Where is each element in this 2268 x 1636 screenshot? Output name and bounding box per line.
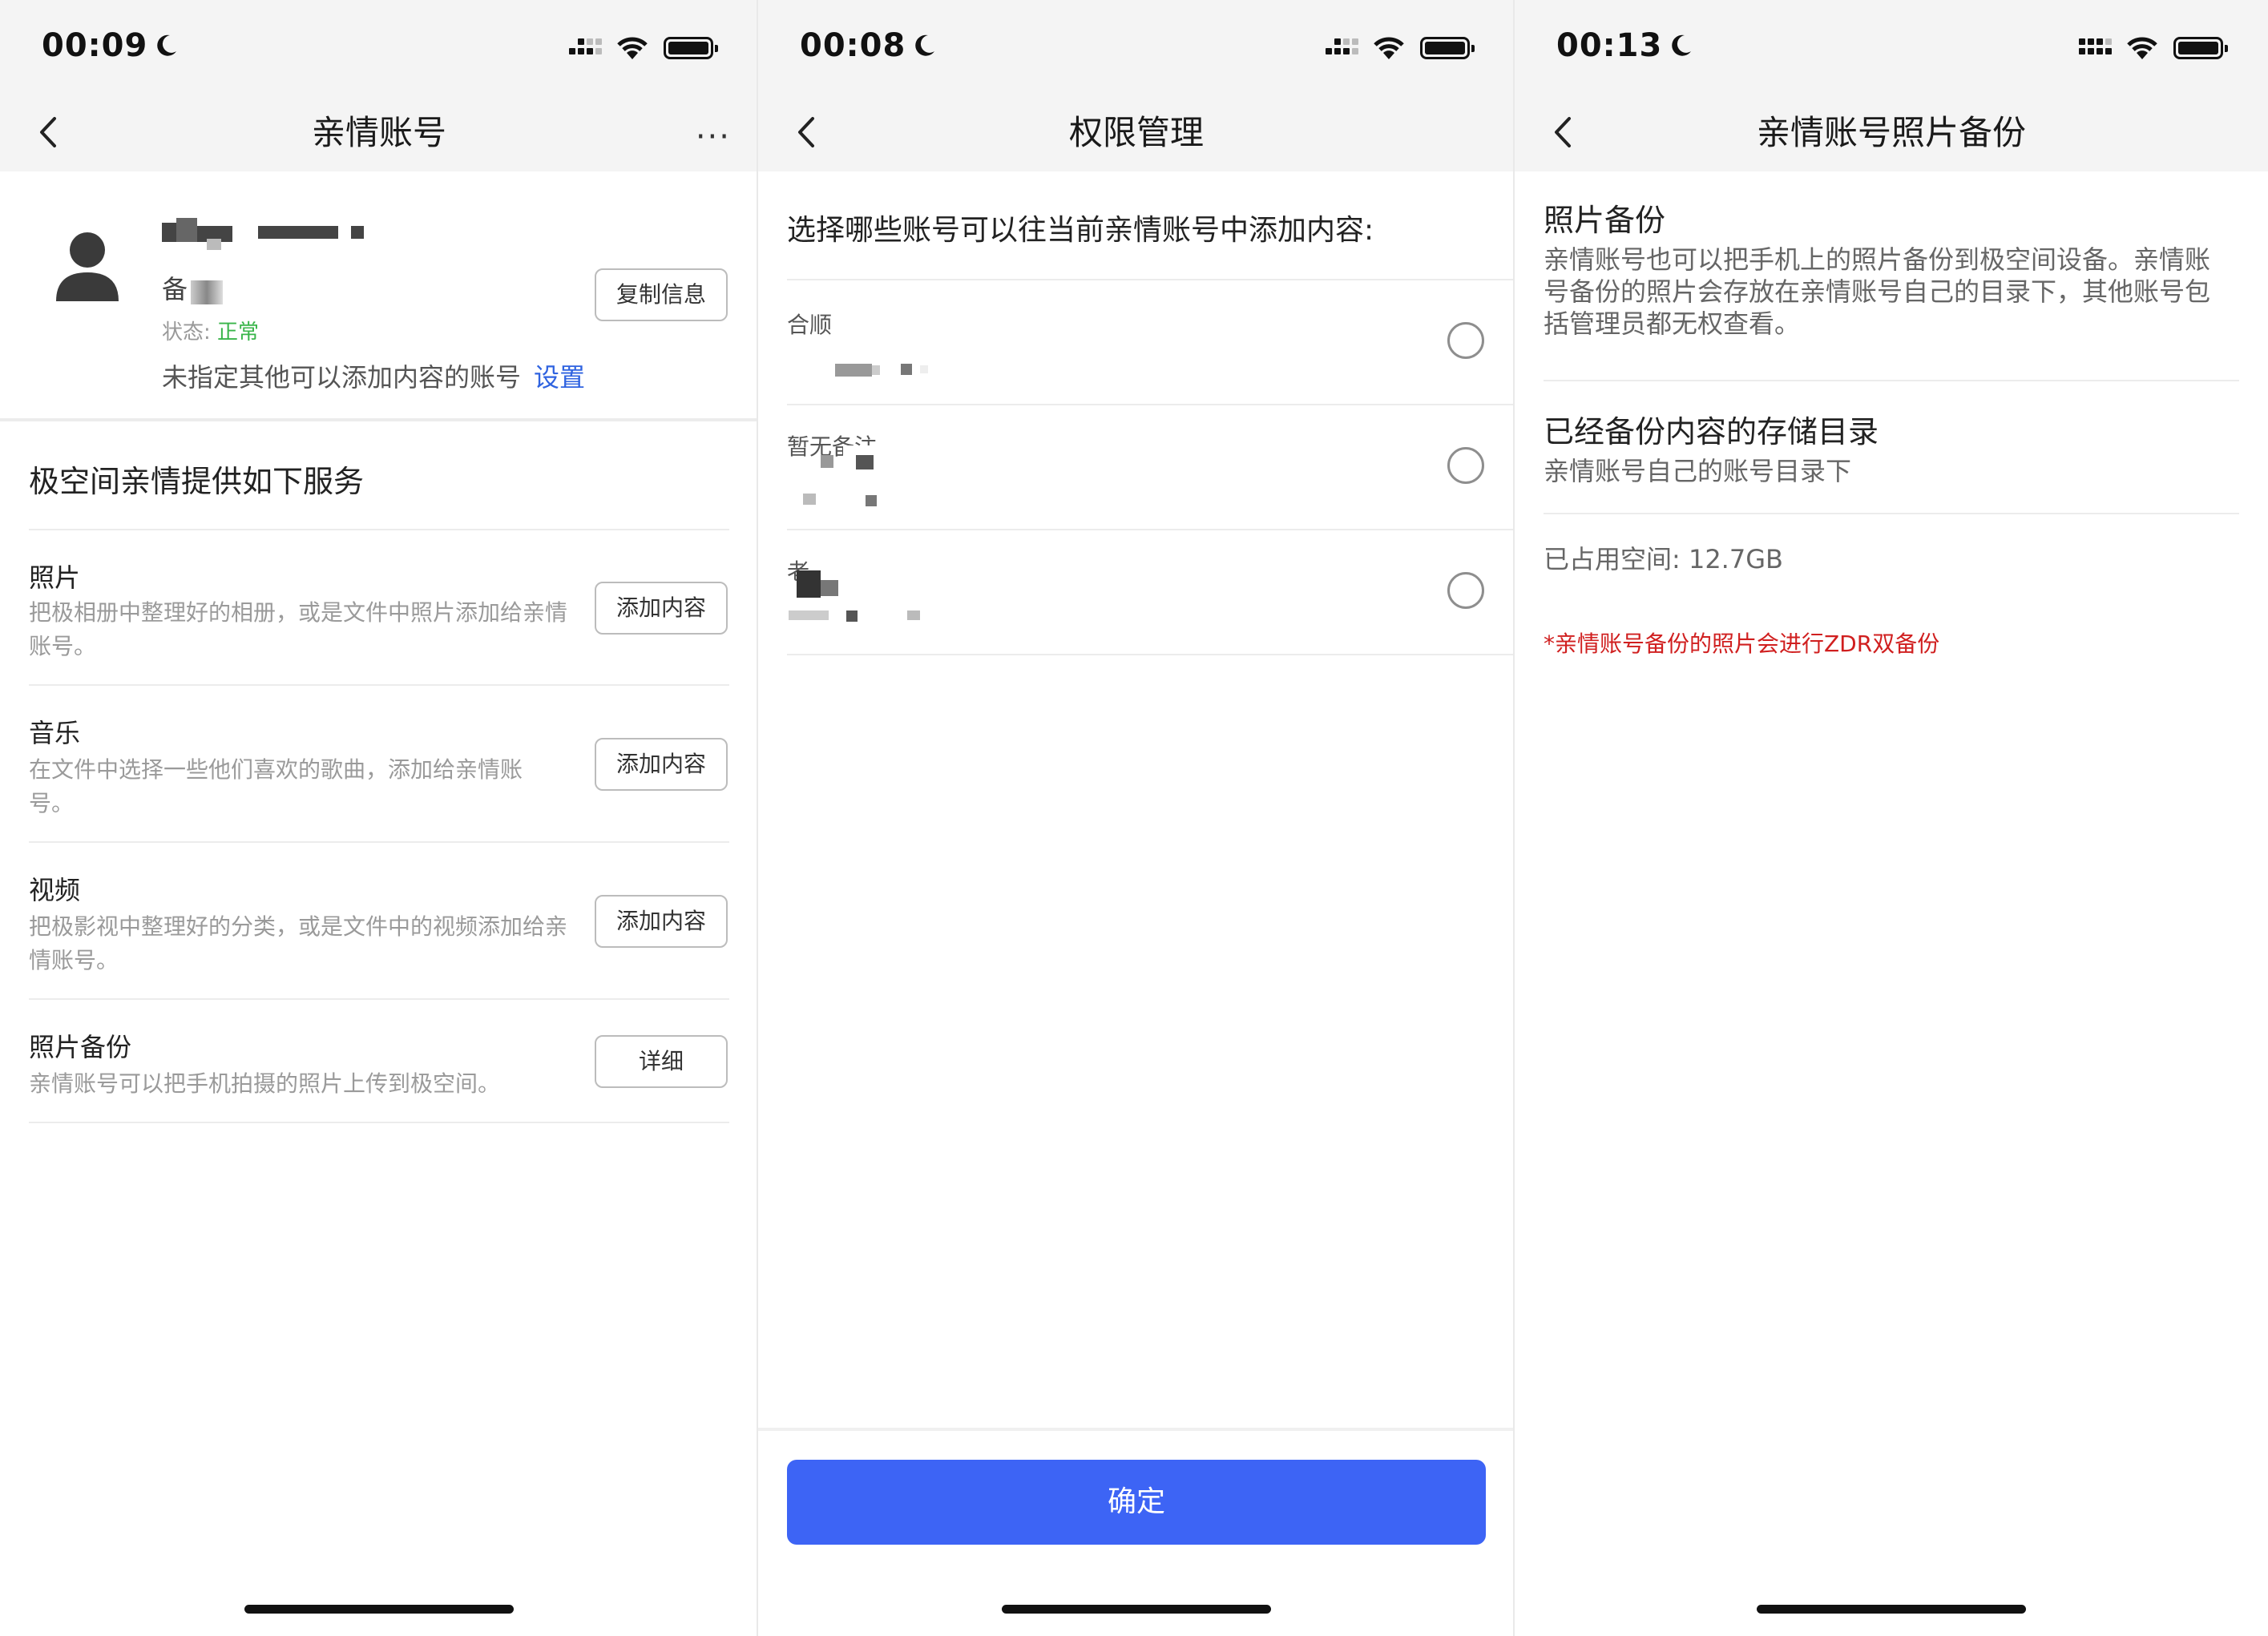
account-status: 状态: 正常 bbox=[162, 320, 260, 345]
add-permission-hint: 未指定其他可以添加内容的账号 设置 bbox=[162, 362, 586, 393]
battery-icon bbox=[1420, 37, 1475, 59]
status-bar: 00:08 bbox=[758, 0, 1515, 93]
home-indicator bbox=[1002, 1605, 1271, 1614]
signal-icon bbox=[2079, 37, 2113, 61]
service-desc: 把极影视中整理好的分类，或是文件中的视频添加给亲情账号。 bbox=[29, 913, 568, 973]
home-indicator bbox=[244, 1605, 514, 1614]
service-title: 照片 bbox=[29, 562, 81, 593]
account-note: 备 bbox=[162, 269, 224, 306]
service-title: 视频 bbox=[29, 875, 81, 905]
battery-icon bbox=[664, 37, 718, 59]
confirm-button[interactable]: 确定 bbox=[787, 1460, 1486, 1545]
backup-warning-note: *亲情账号备份的照片会进行ZDR双备份 bbox=[1544, 631, 1940, 657]
home-indicator bbox=[1757, 1605, 2026, 1614]
wifi-icon bbox=[1374, 37, 1404, 59]
account-option-row[interactable]: 合顺 bbox=[787, 279, 1515, 404]
nav-bar: 权限管理 bbox=[758, 93, 1515, 171]
page-title: 权限管理 bbox=[1068, 113, 1204, 152]
nav-bar: 亲情账号 ··· bbox=[0, 93, 758, 171]
status-time: 00:13 bbox=[1556, 27, 1693, 64]
settings-link[interactable]: 设置 bbox=[534, 362, 585, 393]
moon-icon bbox=[1672, 34, 1692, 56]
add-music-button[interactable]: 添加内容 bbox=[595, 738, 728, 791]
divider bbox=[1544, 513, 2239, 514]
screen-photo-backup: 00:13 亲情账号照片备份 照片备份 亲情账号也可以把手机上的照片备份到极空间… bbox=[1515, 0, 2268, 1636]
divider bbox=[29, 529, 729, 530]
services-title: 极空间亲情提供如下服务 bbox=[29, 464, 365, 499]
avatar bbox=[56, 232, 119, 301]
radio-button[interactable] bbox=[1447, 322, 1484, 359]
divider bbox=[29, 684, 729, 686]
account-option-row[interactable]: 暂无备注 bbox=[787, 404, 1515, 529]
moon-icon bbox=[915, 34, 935, 56]
details-button[interactable]: 详细 bbox=[595, 1035, 728, 1088]
divider bbox=[0, 418, 758, 421]
moon-icon bbox=[157, 34, 177, 56]
status-icons bbox=[1326, 34, 1478, 61]
divider bbox=[29, 841, 729, 843]
radio-button[interactable] bbox=[1447, 447, 1484, 484]
account-name-redacted bbox=[162, 218, 370, 250]
account-label: 合顺 bbox=[787, 312, 833, 338]
add-photos-button[interactable]: 添加内容 bbox=[595, 582, 728, 635]
radio-button[interactable] bbox=[1447, 572, 1484, 609]
add-video-button[interactable]: 添加内容 bbox=[595, 895, 728, 948]
status-value: 正常 bbox=[217, 320, 260, 345]
service-title: 照片备份 bbox=[29, 1032, 132, 1062]
status-icons bbox=[2079, 34, 2231, 61]
more-dots-icon[interactable]: ··· bbox=[696, 119, 731, 155]
service-desc: 把极相册中整理好的相册，或是文件中照片添加给亲情账号。 bbox=[29, 599, 568, 659]
signal-icon bbox=[1326, 37, 1359, 61]
service-desc: 亲情账号可以把手机拍摄的照片上传到极空间。 bbox=[29, 1070, 501, 1097]
battery-icon bbox=[2173, 37, 2228, 59]
service-title: 音乐 bbox=[29, 718, 81, 748]
status-icons bbox=[569, 34, 721, 61]
wifi-icon bbox=[617, 37, 648, 59]
account-id-redacted bbox=[787, 562, 931, 627]
divider bbox=[29, 1122, 729, 1123]
backup-title: 照片备份 bbox=[1544, 203, 1666, 238]
page-title: 亲情账号照片备份 bbox=[1756, 113, 2026, 152]
divider bbox=[29, 998, 729, 1000]
space-used: 已占用空间: 12.7GB bbox=[1544, 544, 1783, 574]
account-id-redacted bbox=[803, 445, 886, 518]
service-desc: 在文件中选择一些他们喜欢的歌曲，添加给亲情账号。 bbox=[29, 756, 523, 816]
storage-dir-desc: 亲情账号自己的账号目录下 bbox=[1544, 456, 1852, 486]
status-bar: 00:09 bbox=[0, 0, 758, 93]
page-title: 亲情账号 bbox=[311, 113, 446, 152]
copy-info-button[interactable]: 复制信息 bbox=[595, 268, 728, 321]
permission-prompt: 选择哪些账号可以往当前亲情账号中添加内容: bbox=[787, 214, 1374, 247]
screen-family-account: 00:09 亲情账号 ··· 备 状态: 正常 复制信息 未指定其他可以添加内容… bbox=[0, 0, 758, 1636]
divider bbox=[787, 654, 1515, 655]
status-time: 00:08 bbox=[800, 27, 936, 64]
backup-description: 亲情账号也可以把手机上的照片备份到极空间设备。亲情账号备份的照片会存放在亲情账号… bbox=[1544, 244, 2211, 339]
wifi-icon bbox=[2127, 37, 2157, 59]
screen-permission-management: 00:08 权限管理 选择哪些账号可以往当前亲情账号中添加内容: 合顺 暂无备注… bbox=[758, 0, 1515, 1636]
status-time: 00:09 bbox=[42, 27, 178, 64]
signal-icon bbox=[569, 37, 603, 61]
status-bar: 00:13 bbox=[1515, 0, 2268, 93]
storage-dir-title: 已经备份内容的存储目录 bbox=[1544, 414, 1879, 449]
divider bbox=[1544, 380, 2239, 381]
nav-bar: 亲情账号照片备份 bbox=[1515, 93, 2268, 171]
account-id-redacted bbox=[835, 364, 931, 377]
account-option-row[interactable]: 老 bbox=[787, 529, 1515, 654]
